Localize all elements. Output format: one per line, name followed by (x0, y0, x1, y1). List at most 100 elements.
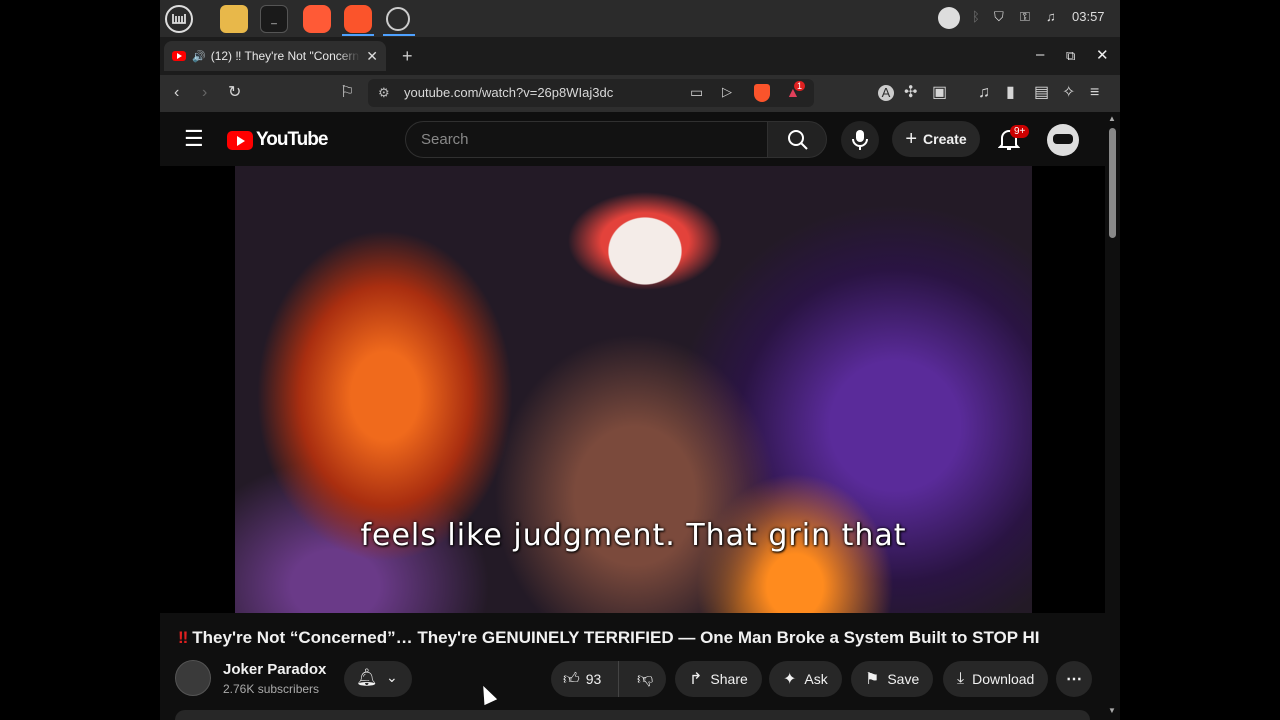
share-label: Share (710, 671, 748, 687)
music-icon[interactable]: ♫ (1046, 9, 1056, 24)
dislike-icon[interactable]: 👎︎ (627, 670, 653, 689)
save-button[interactable]: ⚑ Save (851, 661, 934, 697)
account-avatar[interactable] (1047, 124, 1079, 156)
close-window-icon[interactable]: ✕ (1096, 46, 1109, 64)
video-player[interactable]: feels like judgment. That grin that (160, 166, 1110, 613)
extensions-icon[interactable]: ✣ (904, 84, 917, 102)
brave-shields-icon[interactable] (754, 84, 770, 102)
plus-icon: + (905, 127, 918, 150)
more-icon: ⋯ (1066, 671, 1082, 688)
forward-icon[interactable]: › (202, 84, 207, 102)
bell-icon: 🔔︎ (356, 668, 378, 687)
browser-tab-active[interactable]: 🔊 (12) ‼ They're Not "Concerned" ✕ (164, 41, 386, 71)
obs-tray-icon[interactable] (938, 7, 960, 29)
more-actions-button[interactable]: ⋯ (1056, 661, 1092, 697)
shield-icon[interactable]: ⛉ (994, 9, 1004, 25)
tab-strip: 🔊 (12) ‼ They're Not "Concerned" ✕ + (160, 37, 1120, 75)
desktop: _ ᛒ ⛉ ⚿ ♫ 03:57 🔊 (12) ‼ They're Not "Co… (0, 0, 1280, 720)
voice-search-button[interactable] (841, 121, 879, 159)
mic-icon (852, 130, 868, 150)
back-icon[interactable]: ‹ (174, 84, 179, 102)
screenshot-icon[interactable]: ▣ (932, 84, 947, 102)
video-title-text: They're Not “Concerned”… They're GENUINE… (192, 628, 1040, 647)
terminal-icon[interactable]: _ (260, 5, 288, 33)
title-emoji: ‼ (178, 628, 189, 647)
wallet-icon[interactable]: ▤ (1034, 84, 1049, 102)
minimize-icon[interactable]: – (1036, 46, 1044, 63)
subscriber-count: 2.76K subscribers (223, 682, 320, 696)
video-frame[interactable]: feels like judgment. That grin that (235, 166, 1032, 613)
obs-icon[interactable] (386, 7, 410, 31)
youtube-logo[interactable]: YouTube (227, 129, 328, 151)
page-scrollbar[interactable]: ▲ ▼ (1105, 112, 1120, 720)
cast-icon[interactable]: ▭ (690, 84, 703, 101)
browser-window: _ ᛒ ⛉ ⚿ ♫ 03:57 🔊 (12) ‼ They're Not "Co… (160, 0, 1120, 720)
download-label: Download (972, 671, 1035, 687)
youtube-logo-text: YouTube (256, 129, 328, 150)
send-icon[interactable]: ▷ (722, 84, 732, 100)
bookmark-icon[interactable]: ⚐ (340, 84, 354, 102)
like-dislike-group: 👍︎ 93 👎︎ (551, 661, 666, 697)
sidebar-icon[interactable]: ▮ (1006, 84, 1015, 102)
search-input[interactable]: Search (405, 121, 768, 158)
rewards-badge: 1 (794, 81, 806, 91)
url-text[interactable]: youtube.com/watch?v=26p8WIaj3dc (404, 85, 613, 100)
search-button[interactable] (767, 121, 827, 158)
network-icon[interactable]: ⚿ (1020, 9, 1030, 25)
address-bar[interactable]: ⚙ youtube.com/watch?v=26p8WIaj3dc ▭ ▷ ▲ … (368, 79, 814, 107)
youtube-play-icon (227, 130, 253, 150)
ask-button[interactable]: ✦ Ask (769, 661, 842, 697)
download-icon: ⤓ (957, 670, 965, 687)
like-icon: 👍︎ (563, 670, 580, 688)
scrollbar-thumb[interactable] (1109, 128, 1116, 238)
browser-toolbar: ‹ › ↻ ⚐ ⚙ youtube.com/watch?v=26p8WIaj3d… (160, 75, 1120, 112)
youtube-favicon-icon (172, 51, 186, 61)
subscription-bell-button[interactable]: 🔔︎ ⌄ (344, 661, 412, 697)
youtube-header: ☰ YouTube Search + Create 9+ (160, 112, 1110, 166)
new-tab-button[interactable]: + (402, 46, 413, 67)
close-tab-icon[interactable]: ✕ (366, 48, 378, 65)
video-caption: feels like judgment. That grin that (360, 518, 907, 553)
speaker-icon[interactable]: 🔊 (192, 50, 206, 63)
active-app-indicator (383, 34, 415, 36)
notification-badge: 9+ (1010, 125, 1030, 138)
ask-icon: ✦ (783, 671, 797, 688)
share-icon: ↱ (689, 671, 703, 688)
site-info-icon[interactable]: ⚙ (378, 85, 390, 101)
like-count: 93 (585, 671, 602, 687)
channel-name[interactable]: Joker Paradox (223, 661, 326, 678)
save-label: Save (887, 671, 920, 687)
media-icon[interactable]: ♫ (978, 84, 990, 102)
scroll-up-icon[interactable]: ▲ (1108, 114, 1116, 123)
os-taskbar: _ ᛒ ⛉ ⚿ ♫ 03:57 (160, 0, 1120, 37)
reload-icon[interactable]: ↻ (228, 84, 241, 102)
bluetooth-icon[interactable]: ᛒ (972, 9, 980, 24)
save-icon: ⚑ (865, 671, 880, 688)
video-title: ‼ They're Not “Concerned”… They're GENUIN… (178, 628, 1078, 648)
mouse-cursor (476, 682, 498, 706)
firefox-icon[interactable] (303, 5, 331, 33)
brave-icon[interactable] (344, 5, 372, 33)
ask-label: Ask (804, 671, 828, 687)
maximize-icon[interactable]: ⧉ (1066, 48, 1075, 64)
menu-icon[interactable]: ☰ (184, 126, 204, 152)
menu-hamburger-icon[interactable]: ≡ (1090, 84, 1099, 102)
chevron-down-icon: ⌄ (386, 669, 398, 685)
description-box-edge (175, 710, 1090, 720)
translate-icon[interactable]: A (878, 85, 894, 101)
share-button[interactable]: ↱ Share (675, 661, 762, 697)
scroll-down-icon[interactable]: ▼ (1108, 706, 1116, 715)
create-label: Create (923, 131, 967, 147)
leo-ai-icon[interactable]: ✧ (1062, 84, 1075, 102)
search-icon (788, 130, 808, 150)
search-placeholder: Search (421, 131, 469, 148)
download-button[interactable]: ⤓ Download (943, 661, 1049, 697)
like-button[interactable]: 👍︎ 93 (551, 661, 619, 697)
tab-title: (12) ‼ They're Not "Concerned" (210, 49, 361, 63)
create-button[interactable]: + Create (892, 121, 980, 157)
active-app-indicator (342, 34, 374, 36)
channel-avatar[interactable] (175, 660, 211, 696)
mint-menu-icon[interactable] (165, 5, 193, 33)
files-icon[interactable] (220, 5, 248, 33)
clock[interactable]: 03:57 (1072, 9, 1105, 24)
